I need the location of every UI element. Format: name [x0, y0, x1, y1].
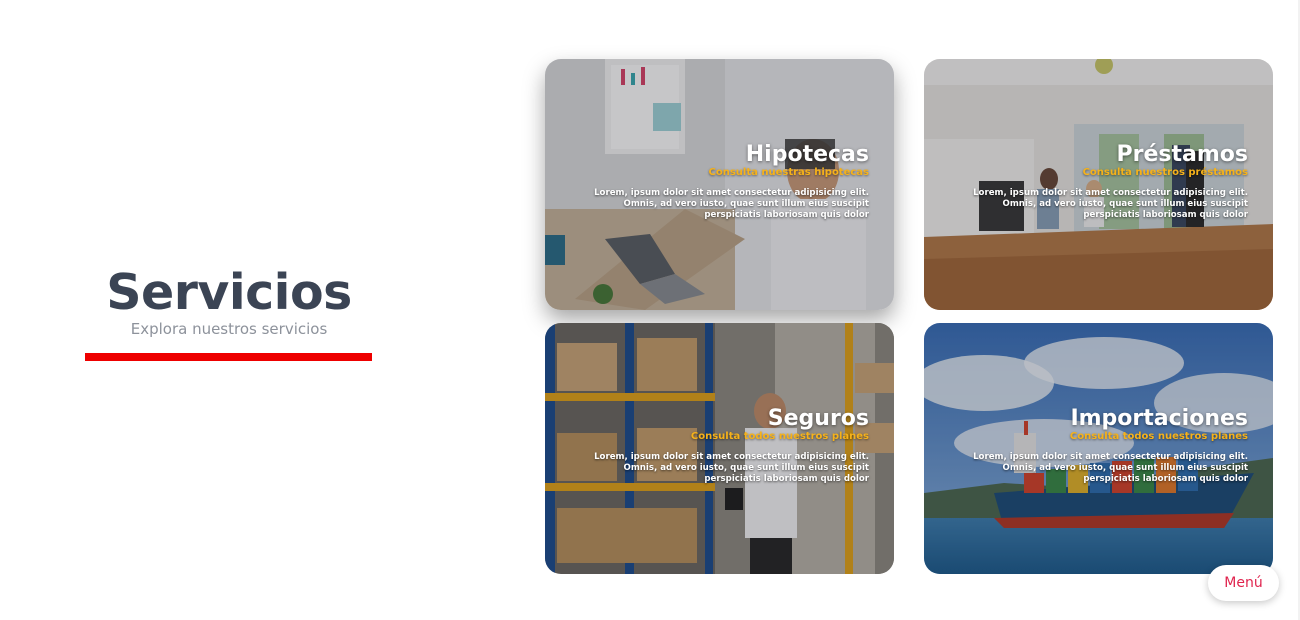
card-title: Importaciones: [1070, 406, 1248, 431]
menu-button[interactable]: Menú: [1208, 565, 1279, 601]
accent-bar: [85, 353, 372, 361]
card-subtitle: Consulta todos nuestros planes: [690, 431, 869, 442]
card-title: Hipotecas: [745, 142, 869, 167]
card-description: Lorem, ipsum dolor sit amet consectetur …: [973, 188, 1248, 220]
card-description: Lorem, ipsum dolor sit amet consectetur …: [594, 452, 869, 484]
card-description: Lorem, ipsum dolor sit amet consectetur …: [973, 452, 1248, 484]
service-card-hipotecas[interactable]: Hipotecas Consulta nuestras hipotecas Lo…: [545, 59, 894, 310]
service-card-importaciones[interactable]: Importaciones Consulta todos nuestros pl…: [924, 323, 1273, 574]
card-title: Préstamos: [1116, 142, 1248, 167]
card-title: Seguros: [767, 406, 869, 431]
card-description: Lorem, ipsum dolor sit amet consectetur …: [594, 188, 869, 220]
card-subtitle: Consulta nuestros préstamos: [1082, 167, 1248, 178]
card-subtitle: Consulta todos nuestros planes: [1069, 431, 1248, 442]
page-title: Servicios: [106, 264, 352, 321]
hero-section: Servicios Explora nuestros servicios: [80, 262, 378, 361]
service-card-prestamos[interactable]: Préstamos Consulta nuestros préstamos Lo…: [924, 59, 1273, 310]
service-card-seguros[interactable]: Seguros Consulta todos nuestros planes L…: [545, 323, 894, 574]
card-subtitle: Consulta nuestras hipotecas: [708, 167, 869, 178]
